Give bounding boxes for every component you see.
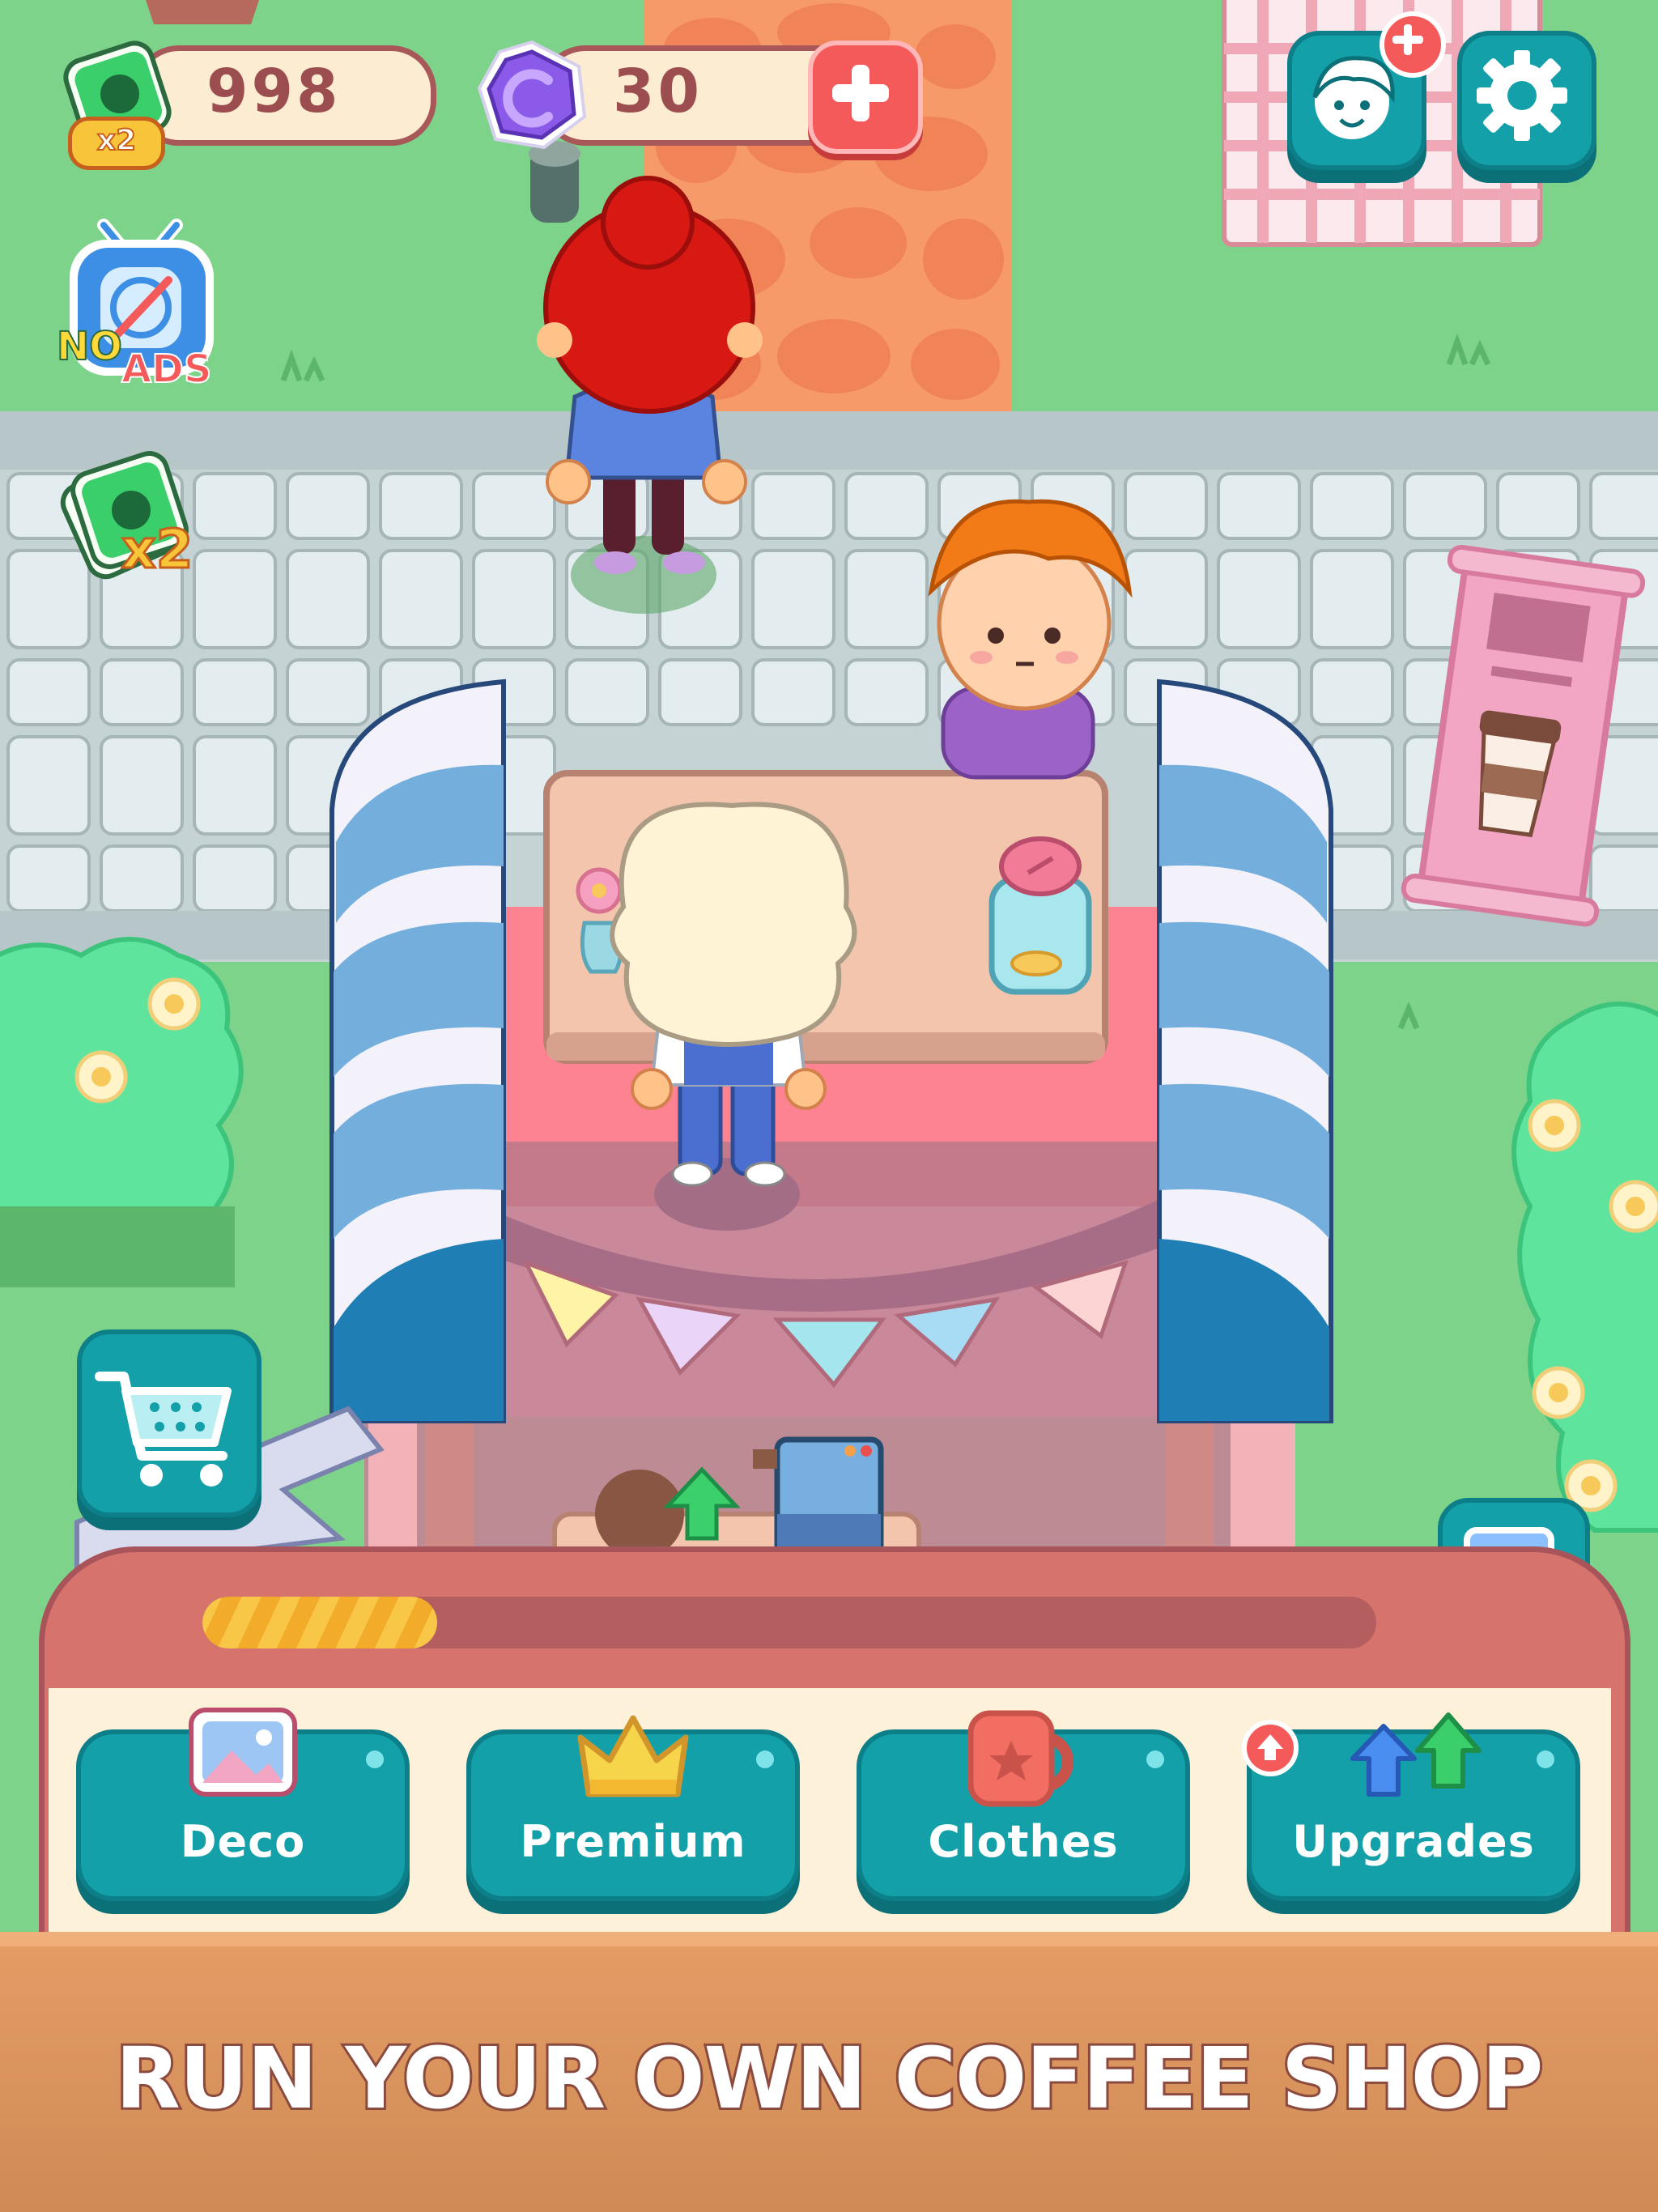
profile-plus-badge — [1380, 11, 1446, 78]
gem-icon — [471, 36, 593, 157]
button-highlight — [1146, 1750, 1164, 1768]
cash-amount: 998 — [206, 57, 342, 126]
crown-icon — [577, 1715, 689, 1797]
clothes-button[interactable]: Clothes — [857, 1710, 1190, 1901]
upgrade-arrows-icon — [1350, 1712, 1482, 1797]
premium-label: Premium — [520, 1816, 746, 1867]
cash-boost-multiplier: x2 — [121, 517, 194, 582]
picture-frame-icon — [189, 1708, 297, 1797]
no-ads-ads-text: ADS — [121, 346, 213, 393]
premium-button[interactable]: Premium — [466, 1715, 800, 1901]
button-highlight — [366, 1750, 384, 1768]
banner-text: RUN YOUR OWN COFFEE SHOP — [113, 2027, 1546, 2130]
progress-bar — [202, 1597, 1376, 1648]
add-gems-button[interactable] — [808, 40, 923, 154]
progress-fill — [202, 1597, 437, 1648]
shop-cart-button[interactable] — [77, 1329, 261, 1517]
no-ads-button[interactable]: NO ADS — [55, 212, 233, 406]
deco-label: Deco — [180, 1816, 306, 1867]
cash-boost-button[interactable]: x2 — [49, 437, 227, 599]
cash-multiplier-badge: x2 — [68, 117, 165, 170]
gear-icon — [1477, 50, 1567, 141]
mug-icon — [967, 1710, 1073, 1807]
no-ads-no-text: NO — [56, 323, 123, 370]
gem-amount: 30 — [613, 57, 703, 126]
profile-button[interactable] — [1287, 11, 1446, 170]
settings-button[interactable] — [1457, 31, 1596, 170]
upgrades-button[interactable]: Upgrades — [1242, 1712, 1580, 1901]
arrow-up-icon — [1257, 1734, 1283, 1760]
deco-button[interactable]: Deco — [76, 1708, 410, 1901]
button-highlight — [756, 1750, 774, 1768]
plus-icon — [1392, 24, 1423, 55]
promo-banner: RUN YOUR OWN COFFEE SHOP — [0, 1932, 1658, 2212]
shopping-cart-icon — [95, 1372, 232, 1487]
cash-counter[interactable]: 998 x2 — [57, 36, 453, 170]
banner-top-edge — [0, 1932, 1658, 1946]
upgrade-alert-badge — [1242, 1720, 1299, 1776]
clothes-label: Clothes — [928, 1816, 1119, 1867]
plus-icon — [832, 65, 889, 121]
button-highlight — [1537, 1750, 1554, 1768]
upgrades-label: Upgrades — [1292, 1816, 1535, 1867]
cash-multiplier-text: x2 — [96, 123, 137, 158]
gem-counter[interactable]: 30 — [471, 36, 923, 157]
